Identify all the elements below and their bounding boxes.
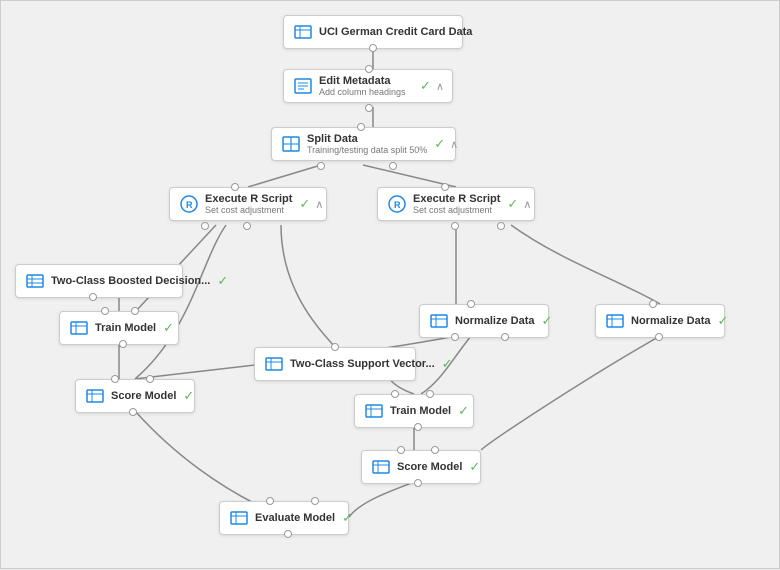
port-norm2-out bbox=[655, 333, 663, 341]
port-train1-out bbox=[119, 340, 127, 348]
dataset-icon bbox=[292, 21, 314, 43]
node-score-model2-title: Score Model bbox=[397, 461, 462, 473]
node-uci-data-title: UCI German Credit Card Data bbox=[319, 26, 472, 38]
port-svm-out bbox=[331, 343, 339, 351]
node-execute-r2-title: Execute R Script bbox=[413, 193, 500, 205]
node-two-class-boosted-title: Two-Class Boosted Decision... bbox=[51, 275, 210, 287]
train-model1-check: ✓ bbox=[163, 320, 174, 336]
node-execute-r2[interactable]: R Execute R Script Set cost adjustment ✓… bbox=[377, 187, 535, 221]
svg-text:R: R bbox=[394, 200, 401, 210]
split-data-expand[interactable]: ∧ bbox=[450, 138, 458, 151]
port-norm1-in bbox=[467, 300, 475, 308]
execute-r1-expand[interactable]: ∧ bbox=[315, 198, 323, 211]
svg-text:R: R bbox=[186, 200, 193, 210]
node-two-class-boosted[interactable]: Two-Class Boosted Decision... ✓ bbox=[15, 264, 183, 298]
edit-metadata-expand[interactable]: ∧ bbox=[436, 80, 444, 93]
port-score2-in-right bbox=[431, 446, 439, 454]
node-execute-r1-title: Execute R Script bbox=[205, 193, 292, 205]
port-train2-in-right bbox=[426, 390, 434, 398]
port-score2-in-left bbox=[397, 446, 405, 454]
score-model2-check: ✓ bbox=[469, 459, 480, 475]
port-score1-in-left bbox=[111, 375, 119, 383]
two-class-svm-check: ✓ bbox=[442, 356, 453, 372]
node-evaluate-model[interactable]: Evaluate Model ✓ bbox=[219, 501, 349, 535]
node-two-class-svm[interactable]: Two-Class Support Vector... ✓ bbox=[254, 347, 416, 381]
port-norm2-in bbox=[649, 300, 657, 308]
train-model2-check: ✓ bbox=[458, 403, 469, 419]
node-normalize2-title: Normalize Data bbox=[631, 315, 710, 327]
port-r2-out-right bbox=[497, 222, 505, 230]
port-split-out-left bbox=[317, 162, 325, 170]
node-train-model2[interactable]: Train Model ✓ bbox=[354, 394, 474, 428]
execute-r1-icon: R bbox=[178, 193, 200, 215]
port-eval-in-right bbox=[311, 497, 319, 505]
port-train2-out bbox=[414, 423, 422, 431]
node-two-class-svm-title: Two-Class Support Vector... bbox=[290, 358, 435, 370]
execute-r2-check: ✓ bbox=[507, 196, 518, 212]
edit-metadata-check: ✓ bbox=[420, 78, 431, 94]
train-model1-icon bbox=[68, 317, 90, 339]
node-score-model2[interactable]: Score Model ✓ bbox=[361, 450, 481, 484]
port-eval-in-left bbox=[266, 497, 274, 505]
port-r2-out-left bbox=[451, 222, 459, 230]
node-normalize1-title: Normalize Data bbox=[455, 315, 534, 327]
port-r2-in bbox=[441, 183, 449, 191]
normalize1-icon bbox=[428, 310, 450, 332]
port-r1-in bbox=[231, 183, 239, 191]
port-edit-out bbox=[365, 104, 373, 112]
node-edit-metadata-title: Edit Metadata bbox=[319, 75, 413, 87]
node-split-data-subtitle: Training/testing data split 50% bbox=[307, 145, 427, 155]
score-model1-check: ✓ bbox=[183, 388, 194, 404]
port-split-out-right bbox=[389, 162, 397, 170]
two-class-boosted-check: ✓ bbox=[217, 273, 228, 289]
port-edit-in bbox=[365, 65, 373, 73]
node-score-model1-title: Score Model bbox=[111, 390, 176, 402]
score-model2-icon bbox=[370, 456, 392, 478]
normalize2-icon bbox=[604, 310, 626, 332]
node-split-data-title: Split Data bbox=[307, 133, 427, 145]
node-train-model1[interactable]: Train Model ✓ bbox=[59, 311, 179, 345]
port-r1-out-right bbox=[243, 222, 251, 230]
evaluate-model-check: ✓ bbox=[342, 510, 353, 526]
node-execute-r1-subtitle: Set cost adjustment bbox=[205, 205, 292, 215]
node-evaluate-model-title: Evaluate Model bbox=[255, 512, 335, 524]
node-normalize1[interactable]: Normalize Data ✓ bbox=[419, 304, 549, 338]
port-norm1-out-left bbox=[451, 333, 459, 341]
two-class-svm-icon bbox=[263, 353, 285, 375]
node-edit-metadata[interactable]: Edit Metadata Add column headings ✓ ∧ bbox=[283, 69, 453, 103]
node-edit-metadata-subtitle: Add column headings bbox=[319, 87, 413, 97]
execute-r2-expand[interactable]: ∧ bbox=[523, 198, 531, 211]
evaluate-model-icon bbox=[228, 507, 250, 529]
node-split-data[interactable]: Split Data Training/testing data split 5… bbox=[271, 127, 456, 161]
port-boosted-out bbox=[89, 293, 97, 301]
port-train1-in-right bbox=[131, 307, 139, 315]
execute-r1-check: ✓ bbox=[299, 196, 310, 212]
port-train1-in-left bbox=[101, 307, 109, 315]
split-data-icon bbox=[280, 133, 302, 155]
port-split-in bbox=[357, 123, 365, 131]
port-score1-out bbox=[129, 408, 137, 416]
port-eval-out bbox=[284, 530, 292, 538]
two-class-boosted-icon bbox=[24, 270, 46, 292]
node-train-model2-title: Train Model bbox=[390, 405, 451, 417]
workflow-canvas[interactable]: UCI German Credit Card Data Edit Metadat… bbox=[0, 0, 780, 569]
port-r1-out-left bbox=[201, 222, 209, 230]
execute-r2-icon: R bbox=[386, 193, 408, 215]
port-score1-in-right bbox=[146, 375, 154, 383]
split-data-check: ✓ bbox=[434, 136, 445, 152]
node-train-model1-title: Train Model bbox=[95, 322, 156, 334]
node-execute-r2-subtitle: Set cost adjustment bbox=[413, 205, 500, 215]
normalize1-check: ✓ bbox=[541, 313, 552, 329]
train-model2-icon bbox=[363, 400, 385, 422]
port-norm1-out-right bbox=[501, 333, 509, 341]
port-uci-out bbox=[369, 44, 377, 52]
port-train2-in-left bbox=[391, 390, 399, 398]
score-model1-icon bbox=[84, 385, 106, 407]
edit-metadata-icon bbox=[292, 75, 314, 97]
port-score2-out bbox=[414, 479, 422, 487]
node-execute-r1[interactable]: R Execute R Script Set cost adjustment ✓… bbox=[169, 187, 327, 221]
normalize2-check: ✓ bbox=[717, 313, 728, 329]
